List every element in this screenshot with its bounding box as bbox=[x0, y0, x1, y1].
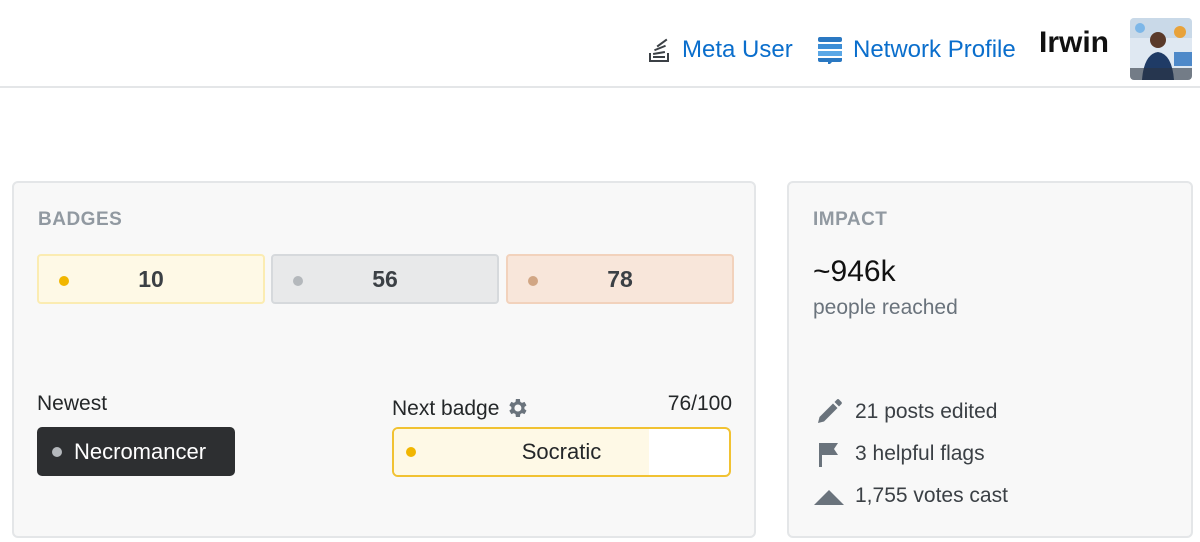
silver-badges-count[interactable]: 56 bbox=[271, 254, 499, 304]
next-badge-progress[interactable]: Socratic bbox=[392, 427, 731, 477]
bronze-badges-count[interactable]: 78 bbox=[506, 254, 734, 304]
next-badge-label-text: Next badge bbox=[392, 397, 500, 420]
newest-badge-name: Necromancer bbox=[74, 438, 207, 464]
helpful-flags-text: 3 helpful flags bbox=[855, 442, 985, 465]
next-badge-name: Socratic bbox=[521, 439, 602, 464]
stack-overflow-meta-icon bbox=[648, 37, 672, 63]
gold-badges-count[interactable]: 10 bbox=[37, 254, 265, 304]
upvote-arrow-icon bbox=[813, 481, 845, 511]
bronze-badges-value: 78 bbox=[607, 265, 633, 292]
badges-card: BADGES 10 56 78 Newest Necromancer Next … bbox=[12, 181, 756, 538]
people-reached-label: people reached bbox=[813, 296, 958, 319]
votes-cast-text: 1,755 votes cast bbox=[855, 484, 1008, 507]
impact-card: IMPACT ~946k people reached 21 posts edi… bbox=[787, 181, 1193, 538]
gold-badge-dot-icon bbox=[59, 276, 69, 286]
posts-edited-stat: 21 posts edited bbox=[813, 397, 997, 427]
silver-badges-value: 56 bbox=[372, 265, 398, 292]
top-bar: Meta User Network Profile Irwin bbox=[0, 0, 1200, 88]
meta-user-link[interactable]: Meta User bbox=[648, 36, 793, 64]
next-badge-label: Next badge bbox=[392, 392, 529, 426]
newest-badge[interactable]: Necromancer bbox=[37, 427, 235, 476]
stack-exchange-icon bbox=[817, 36, 843, 64]
flag-icon bbox=[813, 439, 845, 469]
pencil-icon bbox=[813, 397, 845, 427]
next-badge-progress-text: 76/100 bbox=[667, 392, 732, 415]
network-profile-label: Network Profile bbox=[853, 36, 1016, 63]
network-profile-link[interactable]: Network Profile bbox=[817, 36, 1016, 64]
gear-icon[interactable] bbox=[505, 396, 529, 426]
silver-badge-dot-icon bbox=[293, 276, 303, 286]
badges-title: BADGES bbox=[38, 209, 123, 230]
posts-edited-text: 21 posts edited bbox=[855, 400, 998, 423]
votes-cast-stat: 1,755 votes cast bbox=[813, 481, 1008, 511]
gold-badges-value: 10 bbox=[138, 265, 164, 292]
newest-label: Newest bbox=[37, 392, 108, 415]
avatar[interactable] bbox=[1130, 18, 1192, 80]
meta-user-label: Meta User bbox=[682, 36, 793, 63]
impact-title: IMPACT bbox=[813, 209, 888, 230]
silver-badge-dot-icon bbox=[52, 446, 62, 457]
username[interactable]: Irwin bbox=[1039, 26, 1109, 60]
bronze-badge-dot-icon bbox=[528, 276, 538, 286]
people-reached-value: ~946k bbox=[813, 255, 896, 288]
helpful-flags-stat: 3 helpful flags bbox=[813, 439, 985, 469]
